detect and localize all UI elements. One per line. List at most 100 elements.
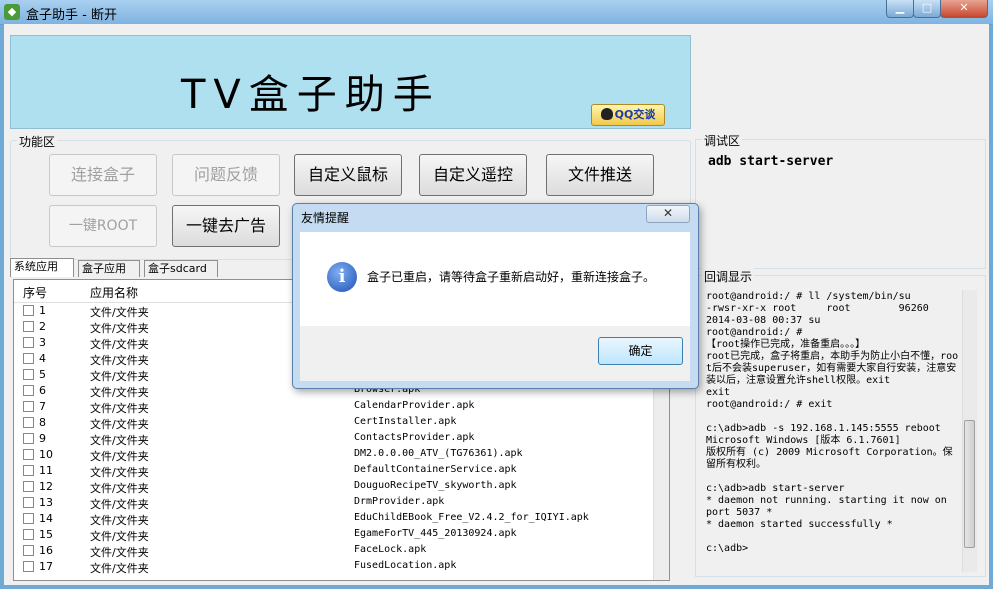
title-bar[interactable]: ◆ 盒子助手 - 断开 ▁ □ ✕	[0, 0, 993, 25]
echo-area: 回调显示 root@android:/ # ll /system/bin/su …	[695, 268, 986, 577]
tab-system-apps[interactable]: 系统应用	[10, 258, 74, 277]
dialog-footer: 确定	[300, 326, 690, 381]
tab-box-sdcard[interactable]: 盒子sdcard	[144, 260, 218, 277]
maximize-button[interactable]: □	[913, 0, 941, 18]
table-row[interactable]: 12 文件/文件夹 DouguoRecipeTV_skyworth.apk	[14, 479, 669, 495]
row-checkbox[interactable]	[23, 385, 34, 396]
row-index: 5	[39, 368, 46, 381]
row-package-file: FaceLock.apk	[354, 544, 427, 555]
row-app-name: 文件/文件夹	[90, 322, 149, 335]
row-package-file: DouguoRecipeTV_skyworth.apk	[354, 480, 517, 491]
row-app-name: 文件/文件夹	[90, 338, 149, 351]
table-row[interactable]: 8 文件/文件夹 CertInstaller.apk	[14, 415, 669, 431]
table-row[interactable]: 7 文件/文件夹 CalendarProvider.apk	[14, 399, 669, 415]
row-checkbox[interactable]	[23, 305, 34, 316]
row-index: 13	[39, 496, 53, 509]
row-app-name: 文件/文件夹	[90, 482, 149, 495]
row-index: 7	[39, 400, 46, 413]
echo-scroll-thumb[interactable]	[964, 420, 975, 548]
debug-area: 调试区 adb start-server	[695, 132, 986, 269]
qq-chat-label: QQ交谈	[614, 108, 656, 121]
row-index: 2	[39, 320, 46, 333]
dialog-body: i 盒子已重启，请等待盒子重新启动好，重新连接盒子。	[300, 232, 690, 326]
row-app-name: 文件/文件夹	[90, 354, 149, 367]
debug-area-legend: 调试区	[702, 132, 743, 149]
one-key-remove-ads-button[interactable]: 一键去广告	[172, 205, 280, 247]
row-package-file: CalendarProvider.apk	[354, 400, 475, 411]
custom-mouse-button[interactable]: 自定义鼠标	[294, 154, 402, 196]
row-index: 6	[39, 384, 46, 397]
banner: TV盒子助手 QQ交谈	[10, 35, 691, 129]
echo-scrollbar[interactable]	[962, 290, 977, 572]
table-row[interactable]: 15 文件/文件夹 EgameForTV_445_20130924.apk	[14, 527, 669, 543]
row-app-name: 文件/文件夹	[90, 306, 149, 319]
table-row[interactable]: 16 文件/文件夹 FaceLock.apk	[14, 543, 669, 559]
minimize-button[interactable]: ▁	[886, 0, 914, 18]
row-app-name: 文件/文件夹	[90, 514, 149, 527]
row-index: 16	[39, 544, 53, 557]
row-checkbox[interactable]	[23, 497, 34, 508]
row-checkbox[interactable]	[23, 449, 34, 460]
header-index[interactable]: 序号	[23, 284, 47, 301]
table-row[interactable]: 11 文件/文件夹 DefaultContainerService.apk	[14, 463, 669, 479]
table-row[interactable]: 14 文件/文件夹 EduChildEBook_Free_V2.4.2_for_IQ…	[14, 511, 669, 527]
row-package-file: EduChildEBook_Free_V2.4.2_for_IQIYI.apk	[354, 512, 589, 523]
row-checkbox[interactable]	[23, 529, 34, 540]
feedback-button[interactable]: 问题反馈	[172, 154, 280, 196]
echo-output-text[interactable]: root@android:/ # ll /system/bin/su -rwsr…	[706, 291, 961, 555]
row-package-file: CertInstaller.apk	[354, 416, 457, 427]
row-app-name: 文件/文件夹	[90, 546, 149, 559]
row-index: 15	[39, 528, 53, 541]
tab-box-apps[interactable]: 盒子应用	[78, 260, 140, 277]
notice-dialog: 友情提醒 ✕ i 盒子已重启，请等待盒子重新启动好，重新连接盒子。 确定	[292, 203, 699, 389]
row-checkbox[interactable]	[23, 353, 34, 364]
row-app-name: 文件/文件夹	[90, 370, 149, 383]
row-app-name: 文件/文件夹	[90, 386, 149, 399]
row-app-name: 文件/文件夹	[90, 434, 149, 447]
row-index: 3	[39, 336, 46, 349]
row-index: 8	[39, 416, 46, 429]
file-push-button[interactable]: 文件推送	[546, 154, 654, 196]
qq-penguin-icon	[600, 108, 613, 120]
main-client-area: TV盒子助手 QQ交谈 功能区 连接盒子 问题反馈 自定义鼠标 自定义遥控 文件…	[4, 24, 989, 585]
row-index: 9	[39, 432, 46, 445]
ok-button[interactable]: 确定	[598, 337, 683, 365]
row-index: 17	[39, 560, 53, 573]
row-package-file: ContactsProvider.apk	[354, 432, 475, 443]
row-index: 10	[39, 448, 53, 461]
window-title: 盒子助手 - 断开	[26, 8, 117, 23]
table-row[interactable]: 10 文件/文件夹 DM2.0.0.00_ATV_(TG76361).apk	[14, 447, 669, 463]
row-checkbox[interactable]	[23, 561, 34, 572]
row-checkbox[interactable]	[23, 337, 34, 348]
header-app-name[interactable]: 应用名称	[90, 284, 138, 301]
row-checkbox[interactable]	[23, 465, 34, 476]
row-package-file: DrmProvider.apk	[354, 496, 445, 507]
qq-chat-button[interactable]: QQ交谈	[591, 104, 665, 126]
row-app-name: 文件/文件夹	[90, 418, 149, 431]
connect-box-button[interactable]: 连接盒子	[49, 154, 157, 196]
close-window-button[interactable]: ✕	[940, 0, 988, 18]
custom-remote-button[interactable]: 自定义遥控	[419, 154, 527, 196]
debug-command-field[interactable]: adb start-server	[708, 154, 833, 169]
row-checkbox[interactable]	[23, 545, 34, 556]
row-checkbox[interactable]	[23, 433, 34, 444]
row-checkbox[interactable]	[23, 369, 34, 380]
row-checkbox[interactable]	[23, 417, 34, 428]
row-package-file: EgameForTV_445_20130924.apk	[354, 528, 517, 539]
table-row[interactable]: 17 文件/文件夹 FusedLocation.apk	[14, 559, 669, 575]
row-checkbox[interactable]	[23, 401, 34, 412]
table-row[interactable]: 13 文件/文件夹 DrmProvider.apk	[14, 495, 669, 511]
echo-area-legend: 回调显示	[702, 268, 755, 285]
dialog-close-button[interactable]: ✕	[646, 205, 690, 223]
row-app-name: 文件/文件夹	[90, 466, 149, 479]
row-index: 14	[39, 512, 53, 525]
row-app-name: 文件/文件夹	[90, 402, 149, 415]
row-app-name: 文件/文件夹	[90, 450, 149, 463]
row-index: 11	[39, 464, 53, 477]
row-checkbox[interactable]	[23, 321, 34, 332]
row-checkbox[interactable]	[23, 481, 34, 492]
one-key-root-button[interactable]: 一键ROOT	[49, 205, 157, 247]
table-row[interactable]: 9 文件/文件夹 ContactsProvider.apk	[14, 431, 669, 447]
row-index: 12	[39, 480, 53, 493]
row-checkbox[interactable]	[23, 513, 34, 524]
